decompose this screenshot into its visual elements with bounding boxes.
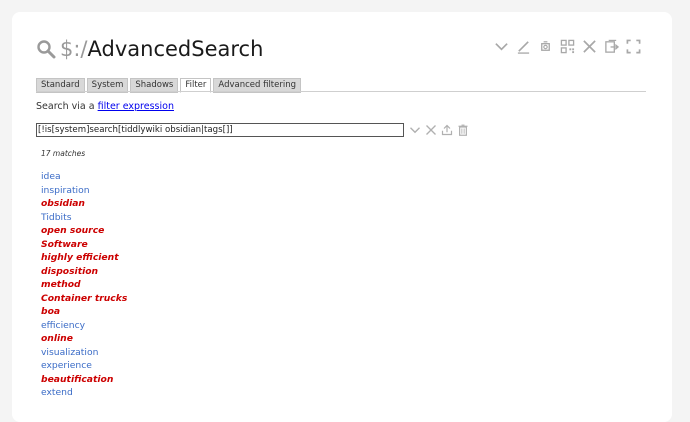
title-prefix: $:/ <box>60 37 88 61</box>
list-item: Container trucks <box>41 292 127 306</box>
tab-divider <box>36 91 646 92</box>
fullscreen-icon[interactable] <box>625 38 642 55</box>
list-item: beautification <box>41 373 127 387</box>
list-item: efficiency <box>41 319 127 333</box>
filter-expression-link[interactable]: filter expression <box>98 101 174 112</box>
list-item: inspiration <box>41 184 127 198</box>
result-link[interactable]: open source <box>41 225 104 236</box>
list-item: open source <box>41 224 127 238</box>
result-link[interactable]: experience <box>41 360 92 371</box>
export-icon[interactable] <box>603 38 620 55</box>
hint-text: Search via a <box>36 101 98 112</box>
list-item: highly efficient <box>41 251 127 265</box>
filter-hint: Search via a filter expression <box>36 101 174 112</box>
close-icon[interactable] <box>581 38 598 55</box>
filter-input[interactable] <box>36 123 404 137</box>
search-icon <box>37 40 56 59</box>
result-link[interactable]: visualization <box>41 347 98 358</box>
list-item: experience <box>41 359 127 373</box>
filter-actions <box>408 123 469 136</box>
edit-icon[interactable] <box>515 38 532 55</box>
qr-icon[interactable] <box>559 38 576 55</box>
match-count: 17 matches <box>41 149 86 158</box>
result-link[interactable]: highly efficient <box>41 252 119 263</box>
result-link[interactable]: method <box>41 279 81 290</box>
list-item: extend <box>41 386 127 400</box>
results-list: idea inspiration obsidian Tidbits open s… <box>41 170 127 400</box>
title-main: AdvancedSearch <box>87 37 264 61</box>
result-link[interactable]: extend <box>41 387 73 398</box>
chevron-down-icon[interactable] <box>408 123 421 136</box>
list-item: idea <box>41 170 127 184</box>
list-item: Software <box>41 238 127 252</box>
result-link[interactable]: obsidian <box>41 198 85 209</box>
list-item: disposition <box>41 265 127 279</box>
result-link[interactable]: online <box>41 333 73 344</box>
result-link[interactable]: Tidbits <box>41 212 72 223</box>
list-item: visualization <box>41 346 127 360</box>
list-item: obsidian <box>41 197 127 211</box>
result-link[interactable]: boa <box>41 306 60 317</box>
list-item: Tidbits <box>41 211 127 225</box>
close-icon[interactable] <box>424 123 437 136</box>
tiddler-title: $:/AdvancedSearch <box>60 37 263 61</box>
trash-icon[interactable] <box>456 123 469 136</box>
list-item: boa <box>41 305 127 319</box>
result-link[interactable]: idea <box>41 171 61 182</box>
chevron-down-icon[interactable] <box>493 38 510 55</box>
result-link[interactable]: efficiency <box>41 320 85 331</box>
result-link[interactable]: Software <box>41 239 88 250</box>
result-link[interactable]: beautification <box>41 374 113 385</box>
result-link[interactable]: disposition <box>41 266 98 277</box>
list-item: online <box>41 332 127 346</box>
result-link[interactable]: inspiration <box>41 185 90 196</box>
tiddler-card: $:/AdvancedSearch Standard System Shadow… <box>12 12 672 422</box>
list-item: method <box>41 278 127 292</box>
tiddler-title-row: $:/AdvancedSearch <box>36 34 263 64</box>
tiddler-toolbar <box>493 38 642 55</box>
permalink-icon[interactable] <box>537 38 554 55</box>
result-link[interactable]: Container trucks <box>41 293 127 304</box>
export-icon[interactable] <box>440 123 453 136</box>
